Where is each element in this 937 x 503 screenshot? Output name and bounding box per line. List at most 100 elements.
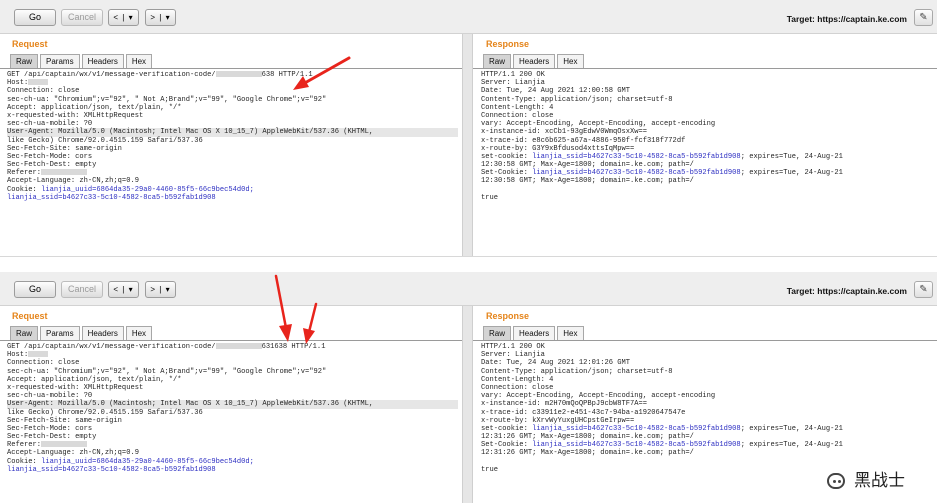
tab-headers[interactable]: Headers [513,54,556,68]
pencil-icon: ✎ [919,284,928,295]
code-line: Server: Lianjia [481,351,545,360]
toolbar: Go Cancel < | ▾ > | ▾ Target: https://ca… [0,0,937,34]
code-line: like Gecko) Chrome/92.0.4515.159 Safari/… [7,136,203,145]
code-line: 12:31:26 GMT; Max-Age=1800; domain=.ke.c… [481,433,694,442]
code-line: GET /api/captain/wx/v1/message-verificat… [7,343,326,351]
screenshot-separator [0,257,937,272]
code-line: Sec-Fetch-Mode: cors [7,424,93,433]
code-line: 12:30:58 GMT; Max-Age=1800; domain=.ke.c… [481,177,694,186]
burp-repeater-screenshot-2: Go Cancel < | ▾ > | ▾ Target: https://ca… [0,272,937,503]
pencil-icon: ✎ [919,12,928,23]
code-line: Accept: application/json, text/plain, */… [7,375,182,384]
tab-divider [473,68,937,69]
toolbar: Go Cancel < | ▾ > | ▾ Target: https://ca… [0,272,937,306]
code-line: Connection: close [481,383,554,392]
code-line: x-trace-id: e8c6b625-a67a-4886-950f-fcf3… [481,136,686,145]
forward-arrow-icon: > | ▾ [150,13,171,22]
tab-params[interactable]: Params [40,326,80,340]
code-line: Connection: close [7,87,80,96]
go-button[interactable]: Go [14,281,56,298]
burp-repeater-screenshot-1: Go Cancel < | ▾ > | ▾ Target: https://ca… [0,0,937,257]
code-line: Referer: [7,441,458,449]
code-line: Content-Length: 4 [481,103,554,112]
go-button[interactable]: Go [14,9,56,26]
code-line: 12:30:58 GMT; Max-Age=1800; domain=.ke.c… [481,161,694,170]
code-line: x-route-by: G3Y9xBfdusod4xttsIqMpw== [481,144,635,153]
tab-hex[interactable]: Hex [557,326,584,340]
back-arrow-icon: < | ▾ [113,13,134,22]
response-viewer[interactable]: HTTP/1.1 200 OK Server: Lianjia Date: Tue,… [481,71,933,202]
forward-button[interactable]: > | ▾ [145,281,176,298]
redacted-block [41,169,88,176]
code-line: vary: Accept-Encoding, Accept-Encoding, … [481,392,716,401]
code-line: x-trace-id: c33911e2-e451-43c7-94ba-a192… [481,408,686,417]
cancel-button[interactable]: Cancel [61,9,103,26]
tab-headers[interactable]: Headers [81,326,124,340]
target-indicator: Target: https://captain.ke.com [787,286,907,296]
code-line: vary: Accept-Encoding, Accept-Encoding, … [481,120,716,129]
response-tabs: Raw Headers Hex [483,326,586,340]
request-pane: Request Raw Params Headers Hex GET /api/… [0,34,463,256]
code-line: Sec-Fetch-Site: same-origin [7,144,122,153]
code-line: sec-ch-ua-mobile: ?0 [7,392,93,401]
code-line: sec-ch-ua: "Chromium";v="92", " Not A;Br… [7,367,327,376]
code-line: true [481,193,499,202]
code-line: Sec-Fetch-Mode: cors [7,152,93,161]
code-line: Host: [7,351,458,359]
code-line: sec-ch-ua: "Chromium";v="92", " Not A;Br… [7,95,327,104]
code-line: GET /api/captain/wx/v1/message-verificat… [7,71,313,79]
edit-target-button[interactable]: ✎ [914,281,933,298]
code-line: x-requested-with: XMLHttpRequest [7,383,144,392]
code-line: Accept: application/json, text/plain, */… [7,103,182,112]
code-line: Sec-Fetch-Dest: empty [7,161,97,170]
code-line: Cookie: lianjia_uuid=6864da35-29a0-4460-… [7,457,254,466]
code-line: User-Agent: Mozilla/5.0 (Macintosh; Inte… [7,128,458,137]
code-line: Content-Type: application/json; charset=… [481,367,673,376]
cookie-value: lianjia_uuid=6864da35-29a0-4460-85f5-66c… [41,457,254,466]
code-line: Sec-Fetch-Site: same-origin [7,416,122,425]
tab-headers[interactable]: Headers [81,54,124,68]
response-title: Response [486,39,530,49]
back-button[interactable]: < | ▾ [108,281,139,298]
code-line: lianjia_ssid=b4627c33-5c10-4582-8ca5-b59… [7,194,458,202]
tab-hex[interactable]: Hex [557,54,584,68]
pane-splitter[interactable] [463,34,472,256]
request-tabs: Raw Params Headers Hex [10,326,154,340]
code-line: Connection: close [7,359,80,368]
edit-target-button[interactable]: ✎ [914,9,933,26]
tab-headers[interactable]: Headers [513,326,556,340]
request-editor[interactable]: GET /api/captain/wx/v1/message-verificat… [7,71,458,202]
response-tabs: Raw Headers Hex [483,54,586,68]
tab-hex[interactable]: Hex [125,54,153,68]
tab-hex[interactable]: Hex [125,326,153,340]
tab-raw[interactable]: Raw [483,326,512,340]
tab-params[interactable]: Params [40,54,80,68]
code-line: sec-ch-ua-mobile: ?0 [7,120,93,129]
code-line: Sec-Fetch-Dest: empty [7,433,97,442]
code-line: Set-Cookie: lianjia_ssid=b4627c33-5c10-4… [481,169,843,178]
cookie-value: lianjia_ssid=b4627c33-5c10-4582-8ca5-b59… [7,193,216,202]
code-line: Set-Cookie: lianjia_ssid=b4627c33-5c10-4… [481,441,843,450]
forward-button[interactable]: > | ▾ [145,9,176,26]
cookie-value: lianjia_ssid=b4627c33-5c10-4582-8ca5-b59… [532,169,741,178]
pane-splitter[interactable] [463,306,472,503]
tab-divider [0,340,462,341]
tab-raw[interactable]: Raw [483,54,512,68]
tab-divider [0,68,462,69]
code-line: Referer: [7,169,458,177]
request-title: Request [12,39,48,49]
response-pane: Response Raw Headers Hex HTTP/1.1 200 OK… [472,34,937,256]
response-viewer[interactable]: HTTP/1.1 200 OK Server: Lianjia Date: Tue,… [481,343,933,474]
redacted-block [28,351,49,358]
cancel-button[interactable]: Cancel [61,281,103,298]
watermark-text: 黑战士 [854,471,905,491]
request-editor[interactable]: GET /api/captain/wx/v1/message-verificat… [7,343,458,474]
cookie-value: lianjia_ssid=b4627c33-5c10-4582-8ca5-b59… [532,441,741,450]
tab-divider [473,340,937,341]
code-line: Content-Length: 4 [481,375,554,384]
tab-raw[interactable]: Raw [10,326,39,340]
tab-raw[interactable]: Raw [10,54,39,68]
back-button[interactable]: < | ▾ [108,9,139,26]
